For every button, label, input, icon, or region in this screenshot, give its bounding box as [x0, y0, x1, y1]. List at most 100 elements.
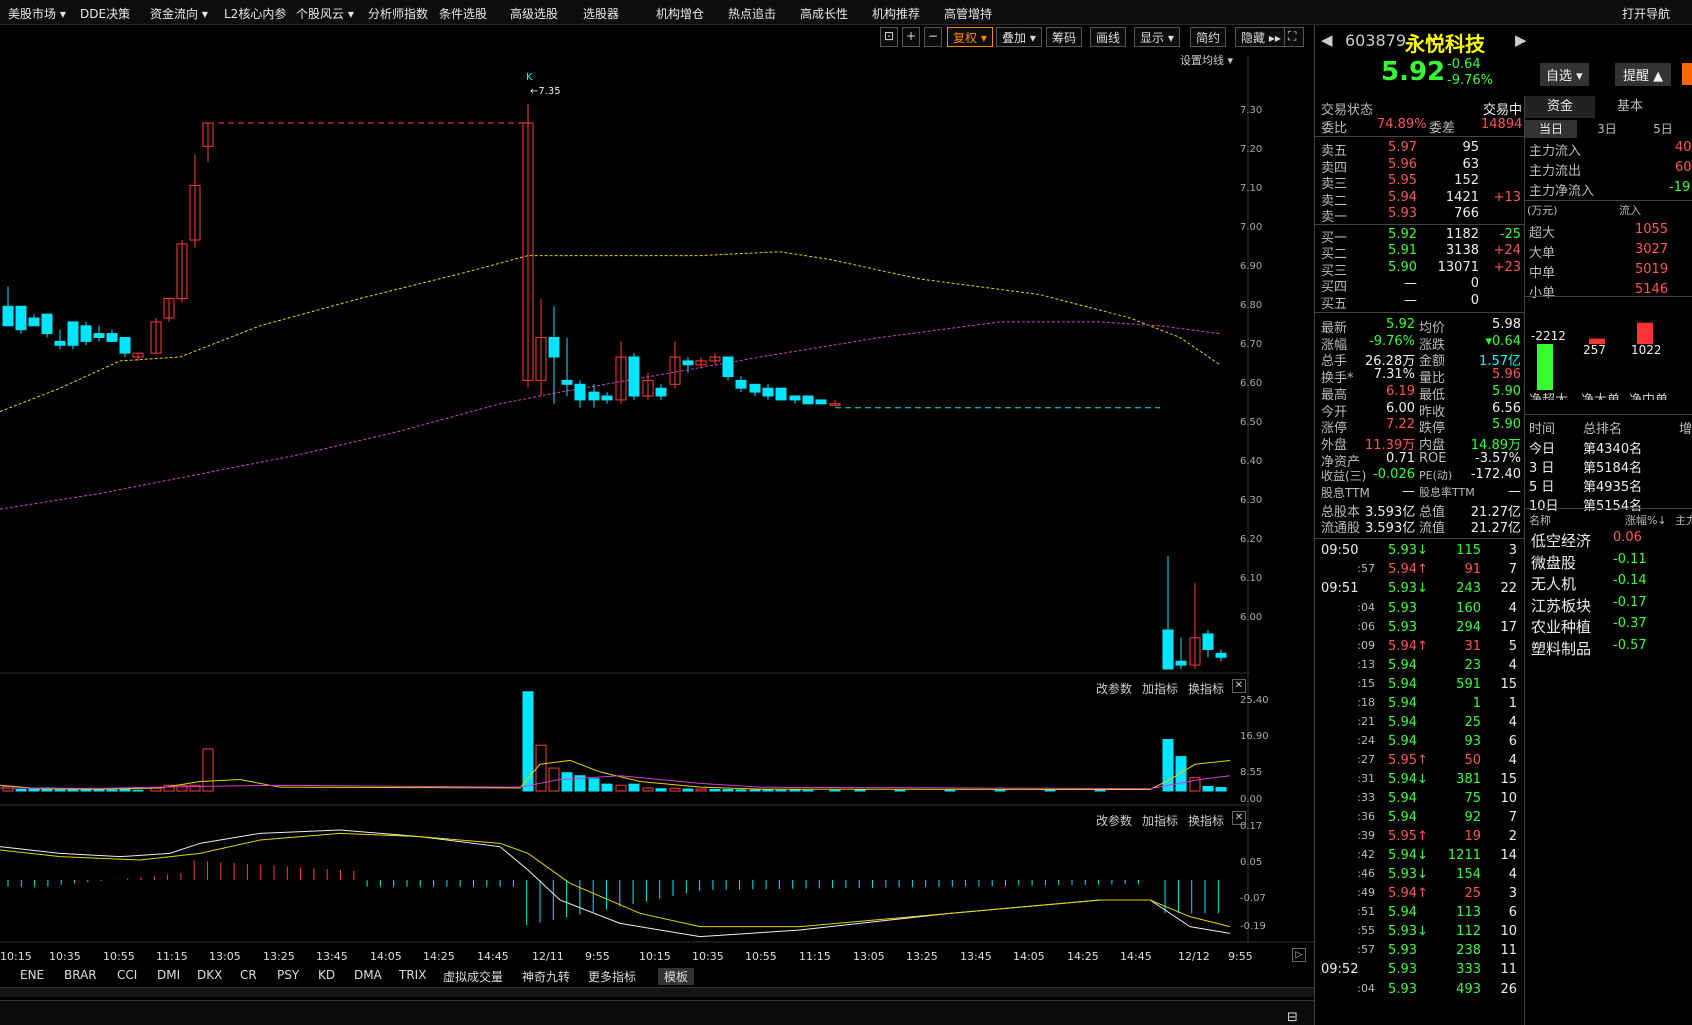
tab-ene[interactable]: ENE — [20, 968, 44, 982]
menu-inst-add[interactable]: 机构增仓 — [656, 5, 704, 22]
tab-basic[interactable]: 基本 — [1595, 96, 1665, 118]
stat-value: 5.98 — [1492, 317, 1521, 332]
high-price-label: ←7.35 — [530, 86, 561, 97]
menu-open-nav[interactable]: 打开导航 — [1622, 5, 1670, 22]
sector-header: 涨幅%↓ — [1625, 514, 1667, 527]
tick-count: 4 — [1508, 715, 1517, 731]
candle-body — [735, 379, 747, 389]
buy-label: 买五 — [1321, 296, 1348, 312]
menu-l2[interactable]: L2核心内参 — [224, 5, 286, 22]
volume-bar — [944, 789, 956, 792]
tab-psy[interactable]: PSY — [277, 968, 299, 982]
next-stock-icon[interactable]: ▶ — [1515, 31, 1527, 49]
buy-volume: 13071 — [1437, 259, 1479, 275]
time-tick: 10:55 — [103, 950, 135, 963]
macd-edit-params[interactable]: 改参数 — [1096, 812, 1132, 829]
net-flow-value: -2212 — [1531, 329, 1566, 343]
tab-fund[interactable]: 资金 — [1525, 96, 1595, 118]
sector-name[interactable]: 低空经济 — [1531, 530, 1591, 551]
tixing-button[interactable]: 提醒 ▲ — [1615, 63, 1672, 86]
tab-dmi[interactable]: DMI — [157, 968, 180, 982]
stat-value: 21.27亿 — [1470, 521, 1521, 537]
menu-fund-flow[interactable]: 资金流向 ▾ — [150, 5, 208, 22]
side-orange-tab[interactable] — [1682, 63, 1692, 85]
sector-name[interactable]: 塑料制品 — [1531, 638, 1591, 659]
tab-3day[interactable]: 3日 — [1581, 120, 1633, 138]
sell-price: 5.95 — [1388, 173, 1417, 188]
tab-dkx[interactable]: DKX — [197, 968, 222, 982]
sell-volume: 1421 — [1445, 189, 1479, 205]
k-marker: K — [526, 72, 533, 83]
top-menu-bar: 美股市场 ▾ DDE决策 资金流向 ▾ L2核心内参 个股风云 ▾ 分析师指数 … — [0, 0, 1692, 25]
menu-condition[interactable]: 条件选股 — [439, 5, 487, 22]
price-tick: 6.70 — [1240, 339, 1263, 350]
candle-body — [1175, 660, 1187, 666]
menu-exec-buy[interactable]: 高管增持 — [944, 5, 992, 22]
tick-price: 5.94 — [1388, 848, 1417, 864]
tab-trix[interactable]: TRIX — [399, 968, 426, 982]
menu-analyst[interactable]: 分析师指数 — [368, 5, 428, 22]
buy-price: 5.92 — [1388, 226, 1417, 242]
macd-switch-indicator[interactable]: 换指标 — [1188, 812, 1224, 829]
stat-value: 0.71 — [1386, 450, 1415, 466]
price-tick: 6.60 — [1240, 378, 1263, 389]
volume-bar — [93, 788, 105, 792]
tab-magic-nine[interactable]: 神奇九转 — [522, 968, 570, 985]
tab-template[interactable]: 模板 — [658, 968, 695, 985]
menu-growth[interactable]: 高成长性 — [800, 5, 848, 22]
macd-add-indicator[interactable]: 加指标 — [1142, 812, 1178, 829]
tab-cci[interactable]: CCI — [117, 968, 137, 982]
vol-ma2-line — [0, 775, 1231, 790]
vol-switch-indicator[interactable]: 换指标 — [1188, 680, 1224, 697]
time-tick: 14:45 — [477, 950, 509, 963]
menu-dde[interactable]: DDE决策 — [80, 5, 130, 22]
menu-screener[interactable]: 选股器 — [583, 5, 619, 22]
tick-price: 5.93 — [1388, 962, 1417, 978]
tab-cr[interactable]: CR — [240, 968, 257, 982]
kline-chart-svg — [0, 55, 1314, 943]
menu-hotspot[interactable]: 热点追击 — [728, 5, 776, 22]
menu-advanced[interactable]: 高级选股 — [510, 5, 558, 22]
tick-price: 5.95 — [1388, 829, 1417, 845]
menu-stock-news[interactable]: 个股风云 ▾ — [296, 5, 354, 22]
stat-value: 7.22 — [1386, 417, 1415, 433]
vol-add-indicator[interactable]: 加指标 — [1142, 680, 1178, 697]
horizontal-scrollbar[interactable] — [0, 987, 1314, 997]
collapse-icon[interactable]: ⊟ — [1287, 1010, 1298, 1025]
menu-inst-rec[interactable]: 机构推荐 — [872, 5, 920, 22]
candle-body — [54, 340, 66, 346]
zixuan-button[interactable]: 自选 ▾ — [1540, 63, 1589, 86]
sector-name[interactable]: 江苏板块 — [1531, 595, 1591, 616]
tab-virtual-vol[interactable]: 虚拟成交量 — [443, 968, 503, 985]
buy-delta: +24 — [1493, 243, 1521, 258]
volume-bar — [1044, 789, 1056, 792]
tab-5day[interactable]: 5日 — [1637, 120, 1689, 138]
menu-us-market[interactable]: 美股市场 ▾ — [8, 5, 66, 22]
prev-stock-icon[interactable]: ◀ — [1321, 31, 1333, 49]
vol-tick: 8.55 — [1240, 767, 1263, 778]
sector-name[interactable]: 无人机 — [1531, 573, 1576, 594]
sector-name[interactable]: 微盘股 — [1531, 552, 1576, 573]
vol-close-icon[interactable]: ✕ — [1232, 679, 1246, 693]
buy-volume: 0 — [1470, 292, 1479, 308]
tab-dma[interactable]: DMA — [354, 968, 382, 982]
time-tick: 9:55 — [1228, 950, 1253, 963]
tick-count: 11 — [1500, 962, 1517, 978]
scroll-right-icon[interactable]: ▷ — [1292, 948, 1306, 962]
tick-price: 5.94 — [1388, 658, 1417, 674]
tab-kd[interactable]: KD — [318, 968, 335, 982]
tab-today[interactable]: 当日 — [1525, 120, 1577, 138]
tick-time: :09 — [1357, 639, 1375, 653]
stat-value: — — [1508, 484, 1521, 499]
vol-edit-params[interactable]: 改参数 — [1096, 680, 1132, 697]
sector-name[interactable]: 农业种植 — [1531, 616, 1591, 637]
volume-bar — [628, 783, 640, 792]
net-flow-bars: -2212 净超大 257 净大单 1022 净中单 — [1529, 322, 1668, 400]
ma-short-line — [0, 251, 1221, 413]
tab-brar[interactable]: BRAR — [64, 968, 97, 982]
tick-volume: 591 — [1456, 677, 1481, 693]
tick-price: 5.93 — [1388, 943, 1417, 959]
fund-row-value: 3027 — [1635, 242, 1669, 257]
tab-more[interactable]: 更多指标 — [588, 968, 636, 985]
volume-bar — [709, 788, 721, 792]
